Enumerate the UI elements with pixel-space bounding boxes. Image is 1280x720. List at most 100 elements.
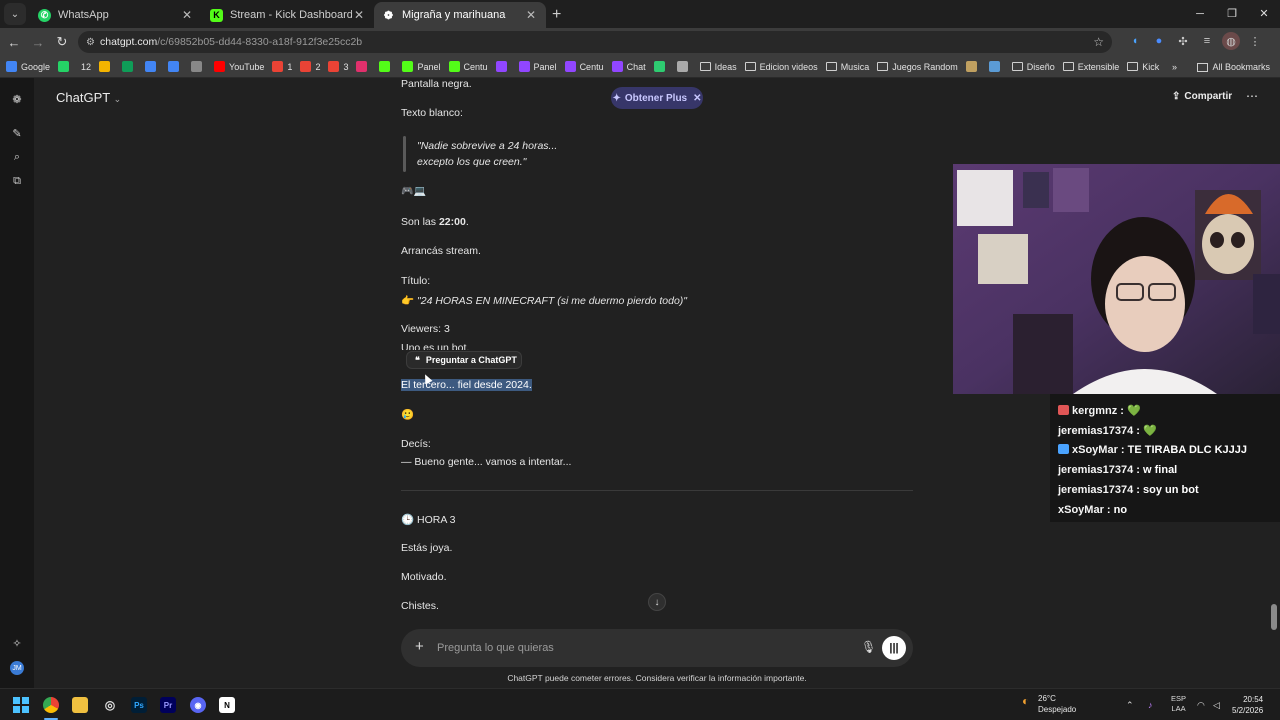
file-explorer-icon[interactable] [72,697,88,713]
new-tab-button[interactable]: + [552,6,561,24]
clock[interactable]: 20:54 5/2/2026 [1232,694,1263,716]
bookmark-item[interactable]: Centu [448,61,488,72]
bookmark-star-icon[interactable]: ☆ [1093,35,1104,49]
bookmark-item[interactable]: Diseño [1011,62,1055,72]
bookmark-item[interactable] [191,61,206,72]
message-line: Uno es un bot. [401,342,470,350]
bookmark-item[interactable]: Panel [402,61,441,72]
composer[interactable]: + Pregunta lo que quieras 🎙 ||| [401,629,913,667]
premiere-icon[interactable]: Pr [160,697,176,713]
menu-icon[interactable]: ⋮ [1246,32,1264,50]
close-icon[interactable]: ✕ [693,93,701,104]
language-indicator[interactable]: ESP LAA [1171,694,1186,714]
restore-icon[interactable]: ❐ [1216,0,1248,28]
minimize-icon[interactable]: ─ [1184,0,1216,28]
chatgpt-logo-icon[interactable]: ❁ [10,92,24,106]
forward-icon[interactable]: → [26,35,50,50]
voice-mode-button[interactable]: ||| [882,636,906,660]
bookmark-item[interactable]: YouTube [214,61,264,72]
prompt-input[interactable]: Pregunta lo que quieras [437,642,554,654]
bookmark-item[interactable]: Musica [825,62,869,72]
model-selector[interactable]: ChatGPT ⌄ [56,90,121,105]
upgrade-icon[interactable]: ✧ [10,636,24,650]
bookmark-item[interactable] [495,61,511,72]
windows-start-icon[interactable] [13,697,29,713]
share-button[interactable]: ⇪ Compartir [1172,91,1232,102]
bookmark-item[interactable]: 1 [272,61,292,72]
media-icon[interactable]: ≡ [1198,32,1216,50]
chrome-icon[interactable] [43,697,59,713]
close-icon[interactable]: ✕ [524,8,538,22]
bookmark-item[interactable]: 2 [300,61,320,72]
bookmark-item[interactable] [356,61,371,72]
profile-avatar-icon[interactable]: ◍ [1222,32,1240,50]
bookmark-item[interactable]: Extensible [1062,62,1119,72]
bookmark-item[interactable]: Panel [518,61,557,72]
weather-widget[interactable]: ◐ 26°C Despejado [1022,693,1076,715]
close-icon[interactable]: ✕ [352,8,366,22]
library-icon[interactable]: ⧉ [10,174,24,188]
address-bar[interactable]: ⚙ chatgpt.com/c/69852b05-dd44-8330-a18f-… [78,31,1112,53]
divider [401,490,913,491]
all-bookmarks-button[interactable]: All Bookmarks [1197,56,1270,77]
scroll-down-button[interactable]: ↓ [648,593,666,611]
bookmark-item[interactable] [145,61,160,72]
bookmark-item[interactable]: Chat [611,61,646,72]
notion-icon[interactable]: N [219,697,235,713]
attach-icon[interactable]: + [415,638,424,655]
more-options-icon[interactable]: ⋯ [1246,89,1258,103]
close-icon[interactable]: ✕ [180,8,194,22]
bookmark-item[interactable]: Centu [564,61,604,72]
bookmark-item[interactable] [653,61,669,72]
speaker-icon[interactable]: ◁ [1213,700,1220,711]
bookmark-item[interactable] [122,61,137,72]
bookmarks-overflow-icon[interactable]: » [1172,62,1177,72]
chat-text: 💚 [1127,405,1141,417]
back-icon[interactable]: ← [2,35,26,50]
bookmark-item[interactable] [988,61,1004,72]
discord-icon[interactable]: ◉ [190,697,206,713]
bookmark-item[interactable] [676,61,692,72]
site-info-icon[interactable]: ⚙ [86,37,100,48]
bookmark-item[interactable] [965,61,981,72]
scrollbar[interactable] [1271,604,1277,630]
search-icon[interactable]: ⌕ [10,150,24,164]
chevron-up-icon[interactable]: ⌃ [1126,700,1134,711]
tab-chatgpt[interactable]: ❁ Migraña y marihuana ✕ [374,2,546,28]
message-line: Motivado. [401,571,447,583]
tab-kick-dashboard[interactable]: K Stream - Kick Dashboard ✕ [202,2,374,28]
obs-icon[interactable]: ◎ [102,697,118,713]
tab-whatsapp[interactable]: ✆ WhatsApp ✕ [30,2,202,28]
message-line: Viewers: 3 [401,323,450,335]
voice-extension-icon[interactable]: ◖ [1126,32,1144,50]
avatar[interactable]: JM [10,661,24,675]
close-window-icon[interactable]: ✕ [1248,0,1280,28]
new-chat-icon[interactable]: ✎ [10,126,24,140]
bookmark-item[interactable] [58,61,73,72]
photoshop-icon[interactable]: Ps [131,697,147,713]
bookmark-item[interactable] [99,61,114,72]
bookmark-item[interactable] [168,61,183,72]
bookmark-item[interactable] [379,61,394,72]
ask-chatgpt-button[interactable]: ❝ Preguntar a ChatGPT [406,351,522,369]
puzzle-icon[interactable]: ✣ [1174,32,1192,50]
microphone-icon[interactable]: 🎙 [861,640,876,654]
bookmark-item[interactable]: Juegos Random [877,62,958,72]
bookmark-item[interactable]: 12 [81,62,91,72]
wifi-icon[interactable]: ◠ [1197,700,1205,711]
microphone-icon[interactable]: ♪ [1148,700,1153,710]
shield-extension-icon[interactable]: ● [1150,32,1168,50]
bookmark-item[interactable]: Google [6,61,50,72]
bookmark-item[interactable]: Ideas [699,62,737,72]
tab-title: Stream - Kick Dashboard [230,9,352,21]
bookmark-item[interactable]: Edicion videos [744,62,818,72]
tab-search-button[interactable]: ⌄ [4,3,26,25]
bookmark-item[interactable]: Kick [1127,62,1159,72]
selected-line[interactable]: El tercero... fiel desde 2024. [401,379,532,391]
selected-text[interactable]: El tercero... fiel desde 2024. [401,379,532,391]
message-line: Texto blanco: [401,107,463,119]
reload-icon[interactable]: ↻ [50,34,74,50]
get-plus-button[interactable]: ✦ Obtener Plus ✕ [611,87,703,109]
quote-text: excepto los que creen." [417,156,527,168]
bookmark-item[interactable]: 3 [328,61,348,72]
